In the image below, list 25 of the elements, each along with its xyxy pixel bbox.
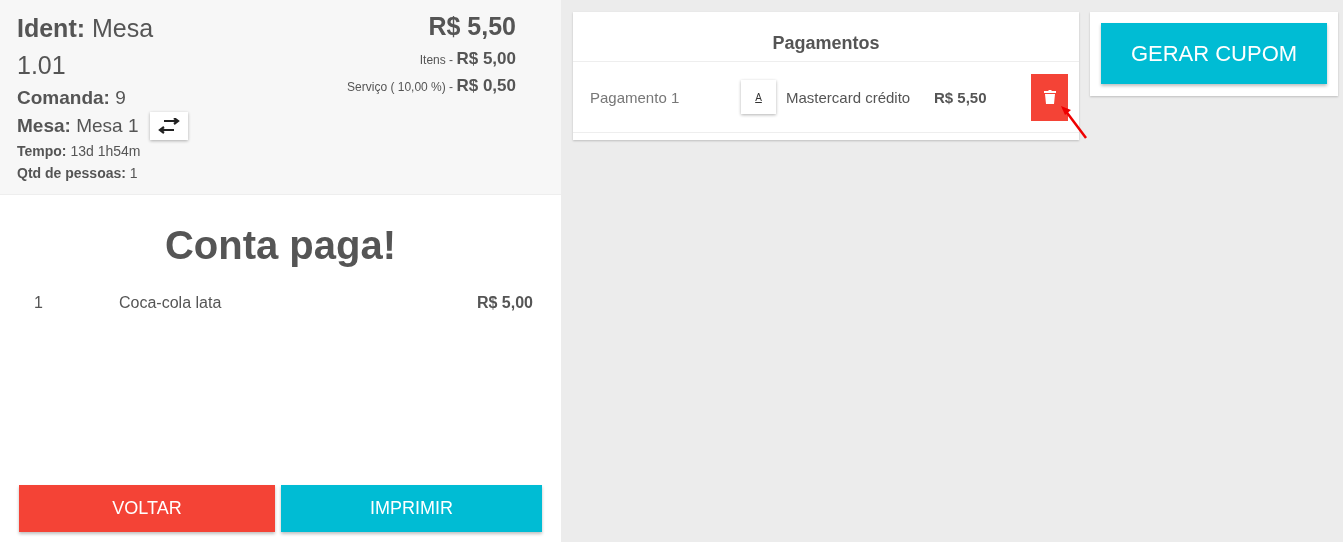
print-button[interactable]: IMPRIMIR xyxy=(281,485,542,532)
payment-name: Pagamento 1 xyxy=(590,88,681,106)
status-heading: Conta paga! xyxy=(163,223,398,268)
delete-button[interactable] xyxy=(1031,73,1068,121)
item-quantity: 1 xyxy=(34,294,44,312)
item-name: Coca-cola lata xyxy=(119,294,223,312)
tempo-label: Tempo: 13d 1h54m xyxy=(17,142,142,161)
back-button[interactable]: VOLTAR xyxy=(19,485,275,532)
ident-label: Ident: Mesa 1.01 xyxy=(17,13,155,81)
swap-arrows-icon xyxy=(158,118,181,134)
mesa-label: Mesa: Mesa 1 xyxy=(17,114,139,138)
payment-type-button[interactable]: A xyxy=(741,80,776,114)
swap-button[interactable] xyxy=(150,112,189,140)
annotation-arrow xyxy=(1061,106,1089,140)
people-count-label: Qtd de pessoas: 1 xyxy=(17,164,139,183)
service-fee: Serviço ( 10,00 %) - R$ 0,50 xyxy=(347,75,516,97)
items-subtotal: Itens - R$ 5,00 xyxy=(418,48,516,70)
payment-method: Mastercard crédito xyxy=(786,88,912,106)
trash-icon xyxy=(1043,90,1056,104)
total-amount: R$ 5,50 xyxy=(427,11,516,42)
payments-title: Pagamentos xyxy=(573,12,1079,62)
item-price: R$ 5,00 xyxy=(476,294,533,312)
comanda-label: Comanda: 9 xyxy=(17,86,127,110)
generate-receipt-button[interactable]: GERAR CUPOM xyxy=(1101,23,1327,84)
payment-amount: R$ 5,50 xyxy=(934,88,988,106)
